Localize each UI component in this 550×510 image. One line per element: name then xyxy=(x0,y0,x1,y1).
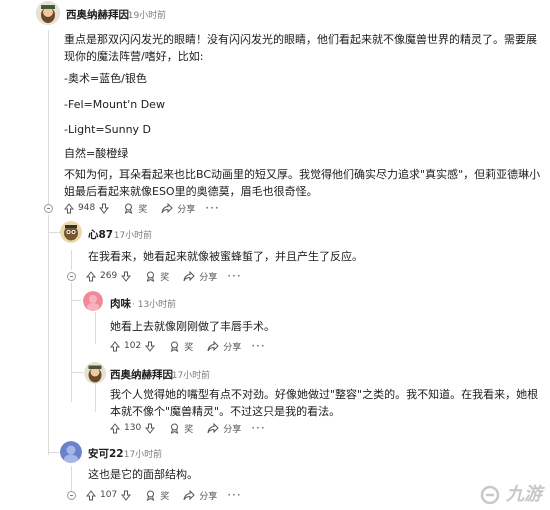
share-label: 分享 xyxy=(223,424,242,435)
share-icon xyxy=(183,270,195,281)
more-options-button[interactable]: ··· xyxy=(227,488,241,502)
timestamp[interactable]: · 19小时前 xyxy=(122,8,166,21)
share-button[interactable]: 分享 xyxy=(207,422,241,435)
share-button[interactable]: 分享 xyxy=(207,340,241,353)
thread-connector-c4 xyxy=(71,372,83,373)
award-label: 奖 xyxy=(184,424,194,435)
share-button[interactable]: 分享 xyxy=(161,202,195,215)
comment-body: 在我看来，她看起来就像被蜜蜂蜇了，并且产生了反应。 xyxy=(88,250,363,263)
timestamp[interactable]: · 17小时前 xyxy=(108,228,152,241)
comment-actions: 102 奖 分享 ··· xyxy=(110,338,266,354)
collapse-thread-button[interactable] xyxy=(44,204,53,213)
comment-body-p3: -Fel=Mount'n Dew xyxy=(64,98,165,111)
watermark-text: 九游 xyxy=(506,484,542,505)
vote-count: 269 xyxy=(100,271,118,281)
comment-body-p4: -Light=Sunny D xyxy=(64,123,152,136)
award-label: 奖 xyxy=(184,342,194,353)
upvote-icon[interactable] xyxy=(110,340,120,352)
thread-line-c4 xyxy=(95,382,96,412)
avatar[interactable] xyxy=(84,362,106,384)
collapse-thread-button[interactable] xyxy=(67,491,76,500)
share-icon xyxy=(161,202,173,213)
comment-body-p6: 不知为何，耳朵看起来也比BC动画里的短又厚。我觉得他们确实尽力追求"真实感"，但… xyxy=(64,168,541,198)
vote-count: 948 xyxy=(78,203,96,213)
comment-actions: 948 奖 分享 ··· xyxy=(64,200,220,216)
thread-line-c3 xyxy=(95,312,96,344)
award-icon xyxy=(170,341,179,352)
avatar[interactable] xyxy=(36,1,60,25)
share-label: 分享 xyxy=(223,342,242,353)
avatar[interactable] xyxy=(60,441,82,463)
award-icon xyxy=(170,423,179,434)
award-label: 奖 xyxy=(160,491,170,502)
thread-line-c2 xyxy=(71,250,72,270)
share-icon xyxy=(183,489,195,500)
upvote-icon[interactable] xyxy=(64,202,74,214)
award-label: 奖 xyxy=(138,204,148,215)
award-icon xyxy=(146,490,155,501)
award-button[interactable]: 奖 xyxy=(145,270,169,283)
timestamp[interactable]: · 13小时前 xyxy=(132,297,176,310)
award-button[interactable]: 奖 xyxy=(145,489,169,502)
comment-body-p1: 重点是那双闪闪发光的眼睛！没有闪闪发光的眼睛，他们看起来就不像魔兽世界的精灵了。… xyxy=(64,33,537,63)
upvote-icon[interactable] xyxy=(86,489,96,501)
vote-count: 102 xyxy=(124,341,142,351)
share-label: 分享 xyxy=(199,272,218,283)
award-button[interactable]: 奖 xyxy=(169,422,193,435)
downvote-icon[interactable] xyxy=(145,341,156,352)
comment-body: 她看上去就像刚刚做了丰唇手术。 xyxy=(110,320,275,333)
comment-body-p2: -奥术=蓝色/银色 xyxy=(64,72,147,85)
comment-actions: 130 奖 分享 ··· xyxy=(110,420,266,436)
downvote-icon[interactable] xyxy=(121,490,132,501)
vote-count: 130 xyxy=(124,423,142,433)
upvote-icon[interactable] xyxy=(86,270,96,282)
share-button[interactable]: 分享 xyxy=(183,489,217,502)
comment-body: 我个人觉得她的嘴型有点不对劲。好像她做过"整容"之类的。我不知道。在我看来，她根… xyxy=(110,388,539,418)
more-options-button[interactable]: ··· xyxy=(205,201,219,215)
timestamp[interactable]: · 17小时前 xyxy=(166,368,210,381)
more-options-button[interactable]: ··· xyxy=(251,339,265,353)
share-label: 分享 xyxy=(199,491,218,502)
share-icon xyxy=(207,340,219,351)
thread-line-l1 xyxy=(48,215,49,455)
award-button[interactable]: 奖 xyxy=(169,340,193,353)
thread-connector-c3 xyxy=(71,300,81,301)
comment-actions: 269 奖 分享 ··· xyxy=(86,268,242,284)
downvote-icon[interactable] xyxy=(145,423,156,434)
award-icon xyxy=(146,271,155,282)
award-icon xyxy=(124,203,133,214)
downvote-icon[interactable] xyxy=(99,203,110,214)
vote-count: 107 xyxy=(100,490,118,500)
collapse-thread-button[interactable] xyxy=(67,272,76,281)
avatar[interactable] xyxy=(60,221,82,243)
watermark-icon xyxy=(480,485,499,505)
share-label: 分享 xyxy=(177,204,196,215)
more-options-button[interactable]: ··· xyxy=(251,421,265,435)
downvote-icon[interactable] xyxy=(121,271,132,282)
username[interactable]: 西奥纳赫拜因 xyxy=(110,367,173,382)
more-options-button[interactable]: ··· xyxy=(227,269,241,283)
share-button[interactable]: 分享 xyxy=(183,270,217,283)
award-button[interactable]: 奖 xyxy=(123,202,147,215)
upvote-icon[interactable] xyxy=(110,422,120,434)
username[interactable]: 肉味 xyxy=(110,296,131,311)
award-label: 奖 xyxy=(160,272,170,283)
timestamp[interactable]: · 17小时前 xyxy=(118,447,162,460)
comment-actions: 107 奖 分享 ··· xyxy=(86,487,242,503)
share-icon xyxy=(207,422,219,433)
watermark-logo: 九游 xyxy=(480,480,542,506)
comment-body-p5: 自然=酸橙绿 xyxy=(64,147,129,160)
thread-line-root xyxy=(48,30,49,208)
comment-body: 这也是它的面部结构。 xyxy=(88,468,198,481)
username[interactable]: 西奥纳赫拜因 xyxy=(66,7,129,22)
thread-connector-c5 xyxy=(48,452,60,453)
avatar[interactable] xyxy=(83,291,103,311)
